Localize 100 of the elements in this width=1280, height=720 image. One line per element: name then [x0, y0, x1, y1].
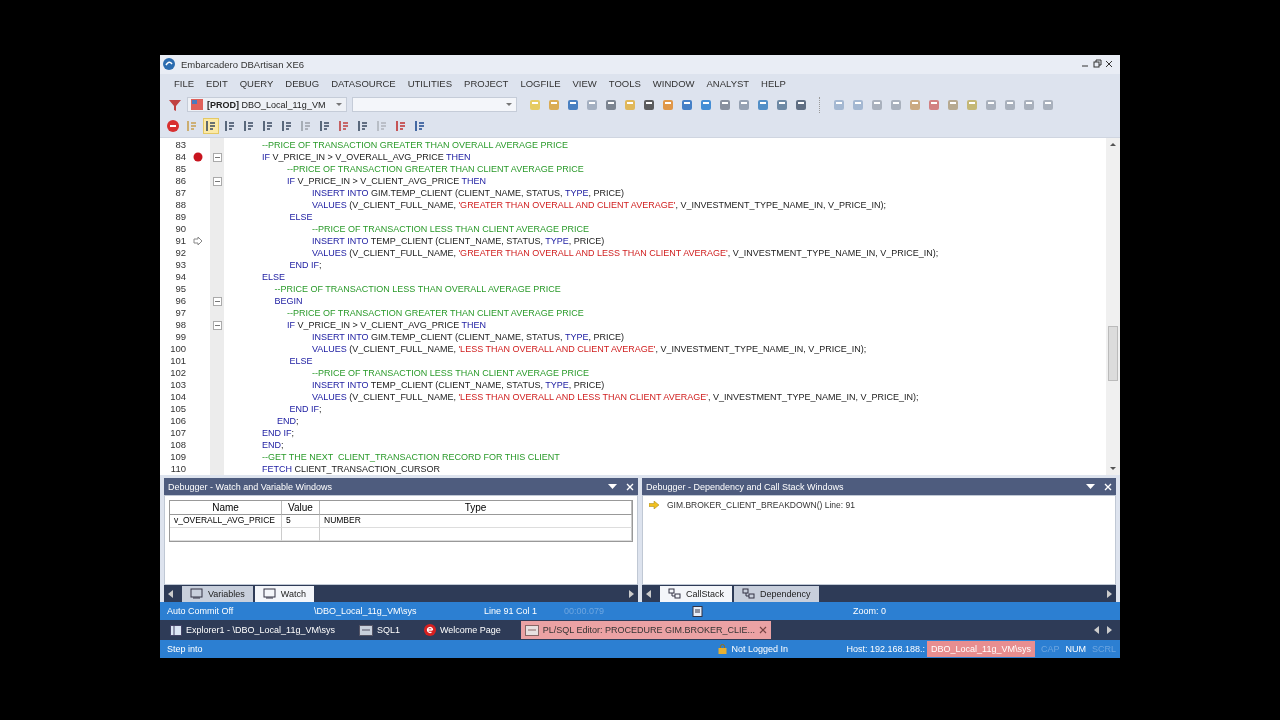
line-number: 88: [175, 199, 186, 212]
code-line: INSERT INTO TEMP_CLIENT (CLIENT_NAME, STATUS, TYPE, PRICE): [311, 379, 605, 392]
scroll-right-icon[interactable]: [1106, 589, 1112, 598]
column-header[interactable]: Name: [170, 501, 282, 516]
e-logo-icon: [423, 624, 436, 637]
menu-item[interactable]: EDIT: [200, 76, 234, 92]
panel-tab[interactable]: Watch: [254, 585, 315, 602]
key-indicator: NUM: [1065, 644, 1086, 655]
monitor-icon: [262, 588, 276, 600]
menu-item[interactable]: QUERY: [233, 76, 280, 92]
key-indicator: SCRL: [1092, 644, 1116, 655]
code-line: END IF;: [262, 427, 295, 440]
caret-icon: [335, 101, 343, 108]
code-line: IF V_PRICE_IN > V_OVERALL_AVG_PRICE THEN: [262, 151, 471, 164]
panel-title: Debugger - Watch and Variable Windows: [168, 481, 333, 492]
panel-tab[interactable]: Variables: [182, 585, 253, 602]
app-logo-icon: [163, 58, 175, 71]
line-number: 83: [175, 139, 186, 152]
collapse-icon[interactable]: [212, 320, 222, 330]
menu-item[interactable]: ANALYST: [700, 76, 756, 92]
funnel-icon[interactable]: [168, 97, 182, 112]
code-line: VALUES (V_CLIENT_FULL_NAME, 'GREATER THAN OVERALL AND LESS THAN CLIENT AVERAGE', V_INVESTMENT_TYPE_NAME_IN, V_PRICE_IN);: [311, 247, 939, 260]
line-number: 97: [175, 307, 186, 320]
scroll-left-icon[interactable]: [168, 589, 174, 598]
line-number: 85: [175, 163, 186, 176]
line-number: 99: [175, 331, 186, 344]
table-cell: 5: [282, 515, 320, 529]
code-line: VALUES (V_CLIENT_FULL_NAME, 'GREATER THAN OVERALL AND CLIENT AVERAGE', V_INVESTMENT_TYPE_NAME_IN, V_PRICE_IN);: [311, 199, 886, 212]
scroll-down-icon[interactable]: [1109, 466, 1117, 473]
datasource-dropdown[interactable]: [PROD] DBO_Local_11g_VM: [187, 97, 347, 113]
code-line: --PRICE OF TRANSACTION GREATER THAN CLIENT AVERAGE PRICE: [286, 163, 584, 176]
code-line: INSERT INTO TEMP_CLIENT (CLIENT_NAME, STATUS, TYPE, PRICE): [311, 235, 605, 248]
line-number: 90: [175, 223, 186, 236]
menu-item[interactable]: TOOLS: [602, 76, 647, 92]
code-line: END IF;: [288, 259, 322, 272]
close-icon[interactable]: [1104, 59, 1114, 70]
status-text: Line 91 Col 1: [484, 606, 539, 617]
line-number: 105: [170, 403, 186, 416]
scroll-thumb[interactable]: [1108, 326, 1118, 382]
arrow-icon: [649, 501, 659, 510]
panel-title: Debugger - Dependency and Call Stack Windows: [646, 481, 844, 492]
scroll-up-icon[interactable]: [1109, 141, 1117, 148]
code-line: INSERT INTO GIM.TEMP_CLIENT (CLIENT_NAME, STATUS, TYPE, PRICE): [311, 187, 624, 200]
collapse-icon[interactable]: [212, 176, 222, 186]
table-cell: NUMBER: [320, 515, 632, 529]
connection-text: DBO_Local_11g_VM\sys: [927, 641, 1035, 658]
panel-tab[interactable]: CallStack: [660, 585, 732, 602]
menu-item[interactable]: VIEW: [566, 76, 603, 92]
scrollbar[interactable]: [1106, 138, 1120, 476]
code-line: --GET THE NEXT CLIENT_TRANSACTION RECORD FOR THIS CLIENT: [262, 451, 560, 464]
column-header[interactable]: Value: [282, 501, 320, 516]
call-stack-entry[interactable]: GIM.BROKER_CLIENT_BREAKDOWN() Line: 91: [667, 500, 855, 511]
code-line: END;: [262, 439, 284, 452]
scroll-left-icon[interactable]: [1094, 626, 1100, 635]
document-tab[interactable]: Explorer1 - \DBO_Local_11g_VM\sys: [166, 621, 339, 640]
dropdown-icon[interactable]: [608, 483, 617, 490]
line-number: 92: [175, 247, 186, 260]
scroll-right-icon[interactable]: [628, 589, 634, 598]
monitor-icon: [190, 588, 203, 600]
menu-item[interactable]: UTILITIES: [401, 76, 459, 92]
line-number: 108: [170, 439, 186, 452]
code-line: IF V_PRICE_IN > V_CLIENT_AVG_PRICE THEN: [286, 319, 486, 332]
caret-icon: [505, 101, 513, 108]
code-line: --PRICE OF TRANSACTION GREATER THAN CLIENT AVERAGE PRICE: [286, 307, 584, 320]
document-tab[interactable]: PL/SQL Editor: PROCEDURE GIM.BROKER_CLIE...: [520, 621, 772, 640]
menu-item[interactable]: DATASOURCE: [325, 76, 402, 92]
line-number: 89: [175, 211, 186, 224]
code-line: --PRICE OF TRANSACTION LESS THAN OVERALL AVERAGE PRICE: [273, 283, 561, 296]
menu-item[interactable]: LOGFILE: [514, 76, 567, 92]
dropdown-icon[interactable]: [1086, 483, 1095, 490]
code-line: END IF;: [288, 403, 322, 416]
stop-icon[interactable]: [166, 119, 180, 134]
code-line: BEGIN: [273, 295, 303, 308]
line-number: 94: [175, 271, 186, 284]
document-tab[interactable]: SQL1: [354, 621, 404, 640]
menu-item[interactable]: FILE: [168, 76, 201, 92]
status-text: Zoom: 0: [853, 606, 886, 617]
key-indicator: CAP: [1040, 644, 1060, 655]
line-number: 109: [170, 451, 186, 464]
menu-item[interactable]: PROJECT: [458, 76, 515, 92]
line-number: 106: [170, 415, 186, 428]
code-line: FETCH CLIENT_TRANSACTION_CURSOR: [262, 463, 441, 476]
document-tab[interactable]: Welcome Page: [419, 621, 505, 640]
line-number: 91: [175, 235, 186, 248]
database-icon: [191, 99, 203, 111]
window-title: Embarcadero DBArtisan XE6: [181, 58, 305, 70]
column-header[interactable]: Type: [320, 501, 632, 516]
line-number: 107: [170, 427, 186, 440]
collapse-icon[interactable]: [212, 296, 222, 306]
table-cell: v_OVERALL_AVG_PRICE: [170, 515, 282, 529]
menu-item[interactable]: DEBUG: [279, 76, 326, 92]
restore-icon[interactable]: [1092, 59, 1102, 70]
menu-item[interactable]: WINDOW: [646, 76, 701, 92]
scroll-right-icon[interactable]: [1106, 626, 1112, 635]
scroll-left-icon[interactable]: [646, 589, 652, 598]
hierarchy-icon: [742, 588, 755, 600]
menu-item[interactable]: HELP: [755, 76, 792, 92]
collapse-icon[interactable]: [212, 152, 222, 162]
panel-tab[interactable]: Dependency: [734, 585, 819, 602]
line-number: 84: [175, 151, 186, 164]
